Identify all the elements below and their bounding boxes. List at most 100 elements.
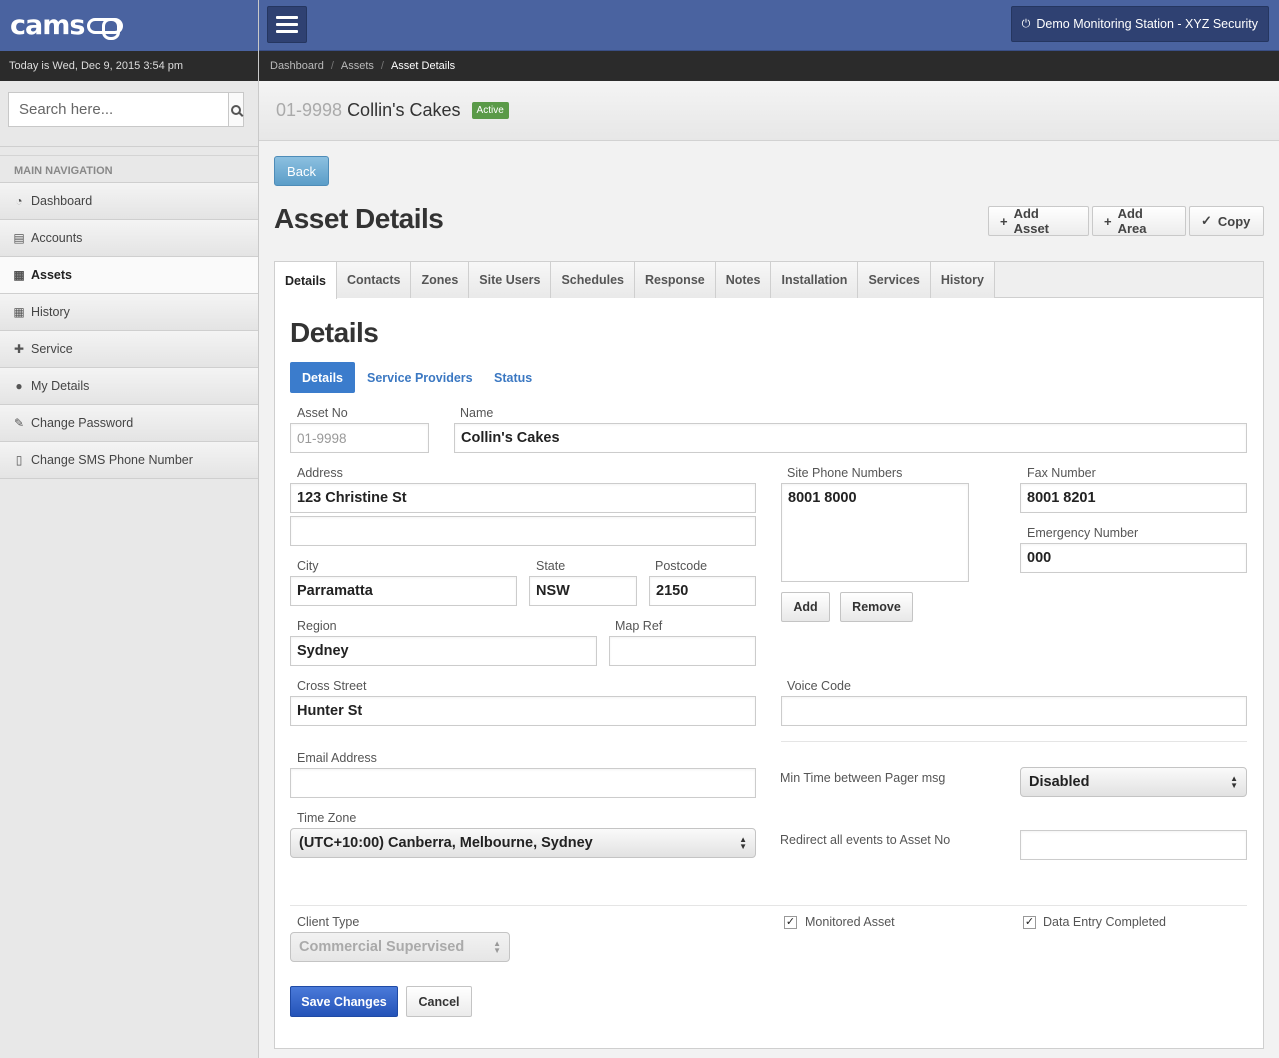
save-changes-button[interactable]: Save Changes — [290, 986, 398, 1017]
sidebar-item-change-password[interactable]: ✎ Change Password — [0, 405, 258, 442]
asset-id: 01-9998 — [276, 100, 343, 120]
search-input[interactable] — [9, 93, 228, 126]
city-field[interactable]: Parramatta — [290, 576, 517, 606]
calendar-icon: ▦ — [13, 305, 25, 319]
min-pager-select[interactable]: Disabled ▲ ▼ — [1020, 767, 1247, 797]
sidebar-item-change-sms-phone-number[interactable]: ▯ Change SMS Phone Number — [0, 442, 258, 479]
voice-code-label: Voice Code — [787, 679, 851, 693]
remove-phone-button[interactable]: Remove — [840, 592, 913, 622]
section-title: Details — [290, 317, 379, 348]
monitored-asset-label: Monitored Asset — [805, 915, 895, 929]
search-area — [0, 81, 258, 147]
breadcrumb-current: Asset Details — [390, 60, 456, 72]
back-button[interactable]: Back — [274, 156, 329, 186]
min-pager-label: Min Time between Pager msg — [780, 771, 946, 785]
data-entry-checkbox[interactable]: ✓ — [1023, 916, 1036, 929]
tab-response[interactable]: Response — [634, 262, 716, 298]
menu-toggle-button[interactable] — [267, 6, 307, 43]
tab-services[interactable]: Services — [858, 262, 931, 298]
voice-code-field[interactable] — [781, 696, 1247, 726]
copy-button[interactable]: ✓ Copy — [1189, 206, 1264, 236]
asset-no-label: Asset No — [297, 406, 348, 420]
add-area-button[interactable]: + Add Area — [1092, 206, 1186, 236]
sidebar-item-assets[interactable]: ▦ Assets — [0, 257, 258, 294]
cross-street-field[interactable]: Hunter St — [290, 696, 756, 726]
address-line1-field[interactable]: 123 Christine St — [290, 483, 756, 513]
name-label: Name — [460, 406, 494, 420]
logo-loop-icon — [87, 17, 124, 40]
site-phone-label: Site Phone Numbers — [787, 466, 903, 480]
cancel-button[interactable]: Cancel — [406, 986, 472, 1017]
sidebar-item-label: My Details — [31, 379, 90, 393]
logo-text: cams — [10, 10, 85, 41]
breadcrumb: Dashboard / Assets / Asset Details — [259, 51, 1279, 81]
sidebar: cams Today is Wed, Dec 9, 2015 3:54 pm M… — [0, 0, 259, 1058]
sidebar-item-history[interactable]: ▦ History — [0, 294, 258, 331]
sidebar-item-label: History — [31, 305, 70, 319]
sidebar-item-accounts[interactable]: ▤ Accounts — [0, 220, 258, 257]
details-panel: Details Contacts Zones Site Users Schedules R… — [274, 261, 1264, 1049]
logo-bar: cams — [0, 0, 258, 51]
station-label: Demo Monitoring Station - XYZ Security — [1036, 17, 1258, 31]
medkit-icon: ✚ — [13, 342, 25, 356]
dashboard-icon: ◔ — [15, 194, 23, 208]
emergency-label: Emergency Number — [1027, 526, 1139, 540]
subtab-service-providers[interactable]: Service Providers — [355, 362, 485, 393]
divider — [290, 905, 1247, 906]
divider — [781, 741, 1247, 742]
monitored-asset-checkbox[interactable]: ✓ — [784, 916, 797, 929]
breadcrumb-assets[interactable]: Assets — [341, 60, 374, 72]
map-ref-label: Map Ref — [615, 619, 663, 633]
name-field[interactable]: Collin's Cakes — [454, 423, 1247, 453]
time-zone-select[interactable]: (UTC+10:00) Canberra, Melbourne, Sydney … — [290, 828, 756, 858]
main-content: Back Asset Details + Add Asset + Add Area … — [259, 141, 1279, 1058]
sidebar-item-label: Assets — [31, 268, 72, 282]
sidebar-item-label: Accounts — [31, 231, 83, 245]
tab-contacts[interactable]: Contacts — [337, 262, 412, 298]
state-field[interactable]: NSW — [529, 576, 637, 606]
subtab-status[interactable]: Status — [482, 362, 544, 393]
emergency-field[interactable]: 000 — [1020, 543, 1247, 573]
breadcrumb-dashboard[interactable]: Dashboard — [270, 60, 324, 72]
fax-field[interactable]: 8001 8201 — [1020, 483, 1247, 513]
tab-zones[interactable]: Zones — [411, 262, 470, 298]
sidebar-item-my-details[interactable]: ● My Details — [0, 368, 258, 405]
tab-schedules[interactable]: Schedules — [551, 262, 635, 298]
site-phone-list[interactable]: 8001 8000 — [781, 483, 969, 582]
cross-street-label: Cross Street — [297, 679, 367, 693]
postcode-field[interactable]: 2150 — [649, 576, 756, 606]
sidebar-item-label: Change SMS Phone Number — [31, 453, 193, 467]
add-asset-button[interactable]: + Add Asset — [988, 206, 1089, 236]
address-line2-field[interactable] — [290, 516, 756, 546]
client-type-select: Commercial Supervised ▲ ▼ — [290, 932, 510, 962]
tab-notes[interactable]: Notes — [715, 262, 772, 298]
search-box — [8, 92, 244, 127]
postcode-label: Postcode — [655, 559, 708, 573]
sidebar-item-dashboard[interactable]: ◔ Dashboard — [0, 183, 258, 220]
plus-icon: + — [1104, 213, 1112, 229]
user-icon: ● — [15, 379, 23, 393]
email-field[interactable] — [290, 768, 756, 798]
cams-logo[interactable]: cams — [10, 10, 124, 41]
tab-bar: Details Contacts Zones Site Users Schedules R… — [275, 262, 1263, 299]
fax-label: Fax Number — [1027, 466, 1096, 480]
sidebar-item-service[interactable]: ✚ Service — [0, 331, 258, 368]
email-label: Email Address — [297, 751, 377, 765]
select-arrows-icon: ▲ ▼ — [1230, 774, 1238, 790]
state-label: State — [536, 559, 566, 573]
check-circle-icon: ✓ — [1201, 213, 1212, 228]
subtab-details[interactable]: Details — [290, 362, 355, 393]
add-phone-button[interactable]: Add — [781, 592, 830, 622]
tab-details[interactable]: Details — [275, 262, 337, 299]
top-header: ⏻ Demo Monitoring Station - XYZ Security — [259, 0, 1279, 51]
map-ref-field[interactable] — [609, 636, 756, 666]
tab-installation[interactable]: Installation — [771, 262, 859, 298]
power-icon: ⏻ — [1021, 17, 1031, 30]
mobile-icon: ▯ — [15, 453, 23, 467]
redirect-field[interactable] — [1020, 830, 1247, 860]
tab-history[interactable]: History — [930, 262, 995, 298]
search-button[interactable] — [228, 93, 243, 126]
station-button[interactable]: ⏻ Demo Monitoring Station - XYZ Security — [1010, 6, 1269, 42]
region-field[interactable]: Sydney — [290, 636, 597, 666]
tab-site-users[interactable]: Site Users — [469, 262, 552, 298]
